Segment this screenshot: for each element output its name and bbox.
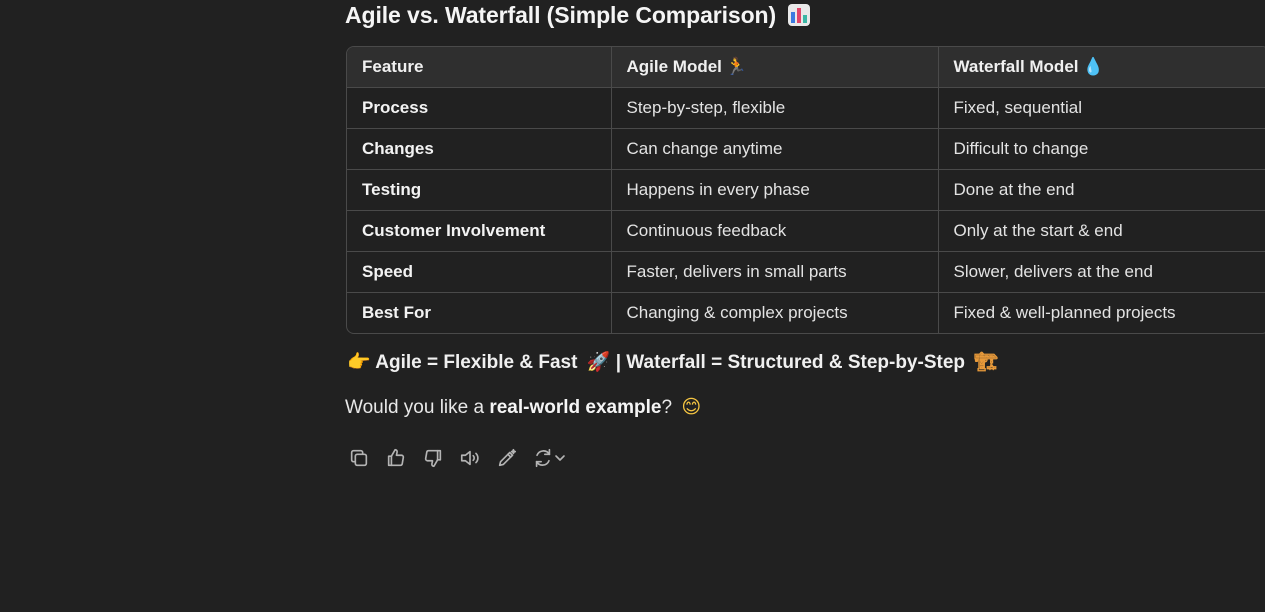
summary-waterfall-text: | Waterfall = Structured & Step-by-Step (615, 352, 965, 373)
feature-cell: Customer Involvement (347, 210, 612, 252)
waterfall-cell: Difficult to change (938, 128, 1265, 170)
table-row: Customer Involvement Continuous feedback… (347, 210, 1265, 252)
agile-cell: Happens in every phase (611, 169, 939, 211)
message-action-bar (347, 446, 579, 470)
feature-cell: Testing (347, 169, 612, 211)
droplet-emoji-icon: 💧 (1082, 57, 1104, 77)
summary-line: 👉 Agile = Flexible & Fast 🚀 | Waterfall … (347, 350, 998, 374)
regenerate-icon (535, 448, 551, 468)
thumbs-up-icon (387, 448, 405, 467)
bar-chart-emoji-icon (788, 4, 811, 26)
agile-cell: Can change anytime (611, 128, 939, 170)
follow-up-question: Would you like a real-world example? 😊 (345, 396, 702, 418)
table-row: Speed Faster, delivers in small parts Sl… (347, 251, 1265, 293)
table-row: Changes Can change anytime Difficult to … (347, 128, 1265, 170)
runner-emoji-icon: 🏃 (725, 57, 748, 77)
chat-response: Agile vs. Waterfall (Simple Comparison) … (0, 0, 1265, 612)
feature-cell: Best For (347, 292, 612, 333)
feature-cell: Speed (347, 251, 612, 293)
question-bold-text: real-world example (489, 397, 662, 418)
comparison-table: Feature Agile Model 🏃 Waterfall Model 💧 Pr… (346, 46, 1265, 334)
waterfall-cell: Slower, delivers at the end (938, 251, 1265, 293)
copy-button[interactable] (347, 446, 371, 470)
pointing-hand-emoji-icon: 👉 (347, 351, 371, 373)
table-row: Best For Changing & complex projects Fix… (347, 292, 1265, 333)
good-response-button[interactable] (384, 446, 408, 470)
feature-cell: Process (347, 87, 612, 129)
table-header-row: Feature Agile Model 🏃 Waterfall Model 💧 (347, 47, 1265, 88)
agile-cell: Changing & complex projects (611, 292, 939, 333)
waterfall-cell: Done at the end (938, 169, 1265, 211)
bad-response-button[interactable] (421, 446, 445, 470)
thumbs-down-icon (424, 449, 442, 468)
read-aloud-button[interactable] (458, 446, 482, 470)
chevron-down-icon (555, 455, 565, 461)
summary-agile-text: Agile = Flexible & Fast (375, 352, 578, 373)
heading-text: Agile vs. Waterfall (Simple Comparison) (345, 2, 777, 28)
agile-cell: Continuous feedback (611, 210, 939, 252)
column-header-feature: Feature (347, 47, 612, 88)
waterfall-cell: Only at the start & end (938, 210, 1265, 252)
column-header-agile: Agile Model 🏃 (611, 47, 939, 88)
copy-icon (350, 449, 368, 467)
table-row: Process Step-by-step, flexible Fixed, se… (347, 87, 1265, 129)
edit-in-canvas-button[interactable] (495, 446, 519, 470)
rocket-emoji-icon: 🚀 (586, 351, 611, 373)
agile-cell: Step-by-step, flexible (611, 87, 939, 129)
feature-cell: Changes (347, 128, 612, 170)
read-aloud-icon (460, 450, 479, 466)
waterfall-cell: Fixed & well-planned projects (953, 303, 1176, 322)
agile-cell: Faster, delivers in small parts (611, 251, 939, 293)
edit-icon (498, 448, 517, 467)
construction-emoji-icon: 🏗 (974, 351, 999, 373)
regenerate-button[interactable] (532, 446, 566, 470)
smiling-face-emoji-icon: 😊 (681, 396, 702, 418)
column-header-waterfall: Waterfall Model 💧 (938, 47, 1265, 88)
waterfall-cell: Fixed, sequential (938, 87, 1265, 129)
response-heading: Agile vs. Waterfall (Simple Comparison) (345, 2, 811, 29)
table-row: Testing Happens in every phase Done at t… (347, 169, 1265, 211)
